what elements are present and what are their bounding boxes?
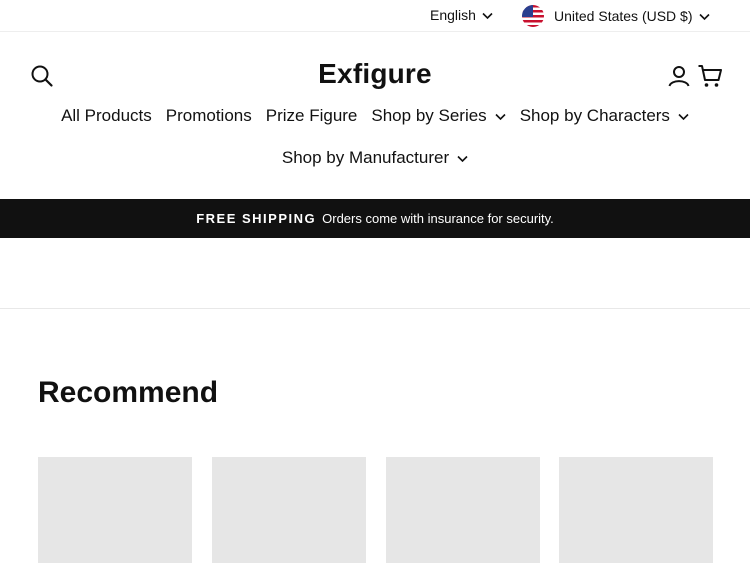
chevron-down-icon [495,106,506,126]
language-label: English [430,7,476,23]
account-icon[interactable] [667,64,691,88]
chevron-down-icon [678,106,689,126]
main-nav-row-2: Shop by Manufacturer [0,148,750,168]
nav-label: Prize Figure [265,106,358,125]
nav-all-products[interactable]: All Products [54,106,159,126]
top-utility-bar: English United States (USD $) [0,0,750,32]
nav-shop-by-manufacturer[interactable]: Shop by Manufacturer [275,148,475,168]
site-header: Exfigure All Products Promotions Prize F… [0,32,750,199]
nav-label: Shop by Characters [519,106,670,125]
nav-shop-by-series[interactable]: Shop by Series [364,106,512,126]
announcement-text: Orders come with insurance for security. [322,211,554,226]
currency-label: United States (USD $) [554,8,693,24]
nav-shop-by-characters[interactable]: Shop by Characters [513,106,696,126]
nav-prize-figure[interactable]: Prize Figure [259,106,365,126]
language-selector[interactable]: English [430,7,493,23]
chevron-down-icon [457,148,468,168]
chevron-down-icon [698,8,710,24]
site-logo[interactable]: Exfigure [0,58,750,90]
cart-icon[interactable] [697,63,723,89]
chevron-down-icon [482,7,493,23]
announcement-highlight: FREE SHIPPING [196,211,317,226]
product-card-placeholder[interactable] [38,457,192,563]
announcement-bar: FREE SHIPPING Orders come with insurance… [0,199,750,238]
us-flag-icon [522,5,544,27]
product-card-placeholder[interactable] [212,457,366,563]
section-divider [0,308,750,309]
main-nav-row-1: All Products Promotions Prize Figure Sho… [0,106,750,126]
nav-label: Shop by Series [371,106,487,125]
product-card-placeholder[interactable] [386,457,540,563]
product-card-placeholder[interactable] [559,457,713,563]
currency-selector[interactable]: United States (USD $) [522,5,710,27]
nav-promotions[interactable]: Promotions [159,106,259,126]
nav-label: Shop by Manufacturer [281,148,450,167]
nav-label: Promotions [165,106,252,125]
recommend-heading: Recommend [38,376,219,409]
nav-label: All Products [61,106,152,125]
